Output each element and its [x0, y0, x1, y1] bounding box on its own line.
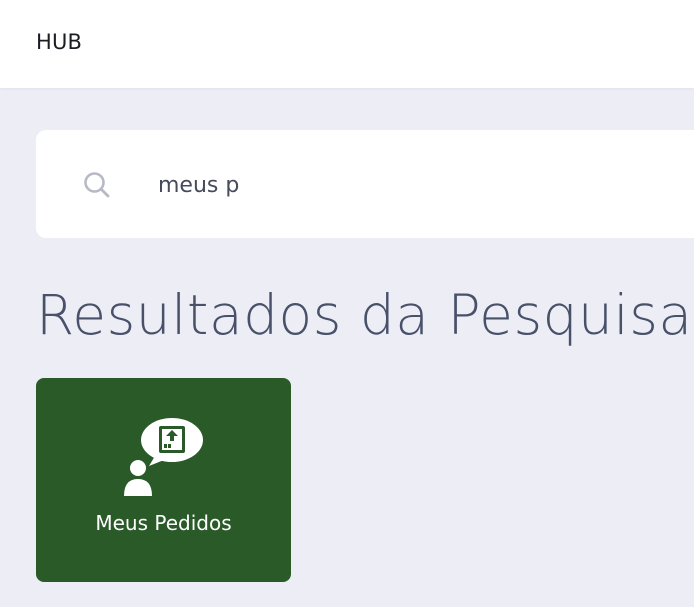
search-icon[interactable]	[82, 170, 112, 200]
brand-title: HUB	[36, 30, 83, 54]
results-title: Resultados da Pesquisa	[36, 283, 693, 347]
tile-label: Meus Pedidos	[95, 511, 232, 535]
top-bar: HUB	[0, 0, 694, 88]
search-input[interactable]	[158, 165, 658, 205]
user-order-bubble-icon	[124, 418, 203, 496]
result-tile-meus-pedidos[interactable]: Meus Pedidos	[36, 378, 291, 582]
